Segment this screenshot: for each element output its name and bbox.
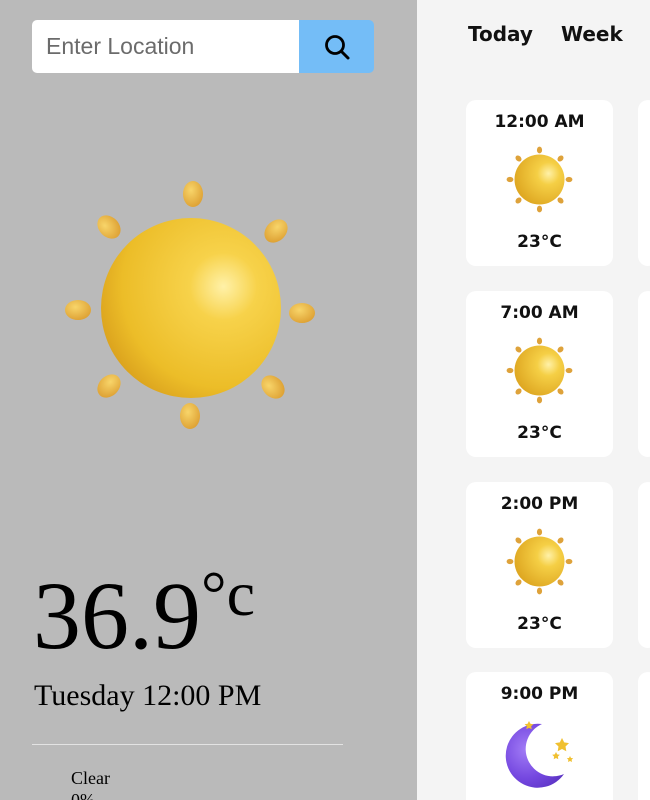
- hourly-card: 7:00 AM 23°C: [466, 291, 613, 457]
- current-weather-panel: 36.9°c Tuesday 12:00 PM Clear 0%: [0, 0, 417, 800]
- hourly-time: 7:00 AM: [500, 303, 579, 323]
- search-icon: [324, 34, 349, 59]
- current-temperature: 36.9°c: [33, 558, 255, 669]
- hourly-temperature: 23°C: [517, 614, 562, 634]
- sun-icon: [65, 181, 315, 429]
- hourly-temperature: 23°C: [517, 423, 562, 443]
- sun-icon: [506, 146, 573, 213]
- hourly-card: 12:00 AM 23°C: [466, 100, 613, 266]
- hourly-card: [638, 100, 650, 266]
- precipitation-text: 0%: [71, 790, 95, 800]
- hourly-card: [638, 291, 650, 457]
- hourly-card: 2:00 PM 23°C: [466, 482, 613, 648]
- hourly-card: [638, 672, 650, 800]
- condition-block: Clear 0%: [71, 767, 110, 800]
- divider: [32, 744, 343, 745]
- moon-icon: [505, 721, 574, 788]
- tab-today[interactable]: Today: [464, 20, 537, 48]
- search-button[interactable]: [299, 20, 374, 73]
- hourly-time: 9:00 PM: [500, 684, 579, 704]
- sun-icon: [506, 337, 573, 404]
- hourly-time: 2:00 PM: [500, 494, 579, 514]
- location-input[interactable]: [32, 20, 299, 73]
- temperature-unit: °c: [201, 558, 255, 629]
- hourly-card: [638, 482, 650, 648]
- forecast-panel: Today Week 12:00 AM 23°C 7:00 AM 23°C 2:…: [417, 0, 650, 800]
- condition-text: Clear: [71, 768, 110, 788]
- search-bar: [32, 20, 374, 73]
- hourly-temperature: 23°C: [517, 232, 562, 252]
- current-day-time: Tuesday 12:00 PM: [34, 679, 262, 712]
- sun-icon: [506, 528, 573, 595]
- tab-week[interactable]: Week: [557, 20, 627, 48]
- hourly-time: 12:00 AM: [494, 112, 585, 132]
- hourly-card: 9:00 PM: [466, 672, 613, 800]
